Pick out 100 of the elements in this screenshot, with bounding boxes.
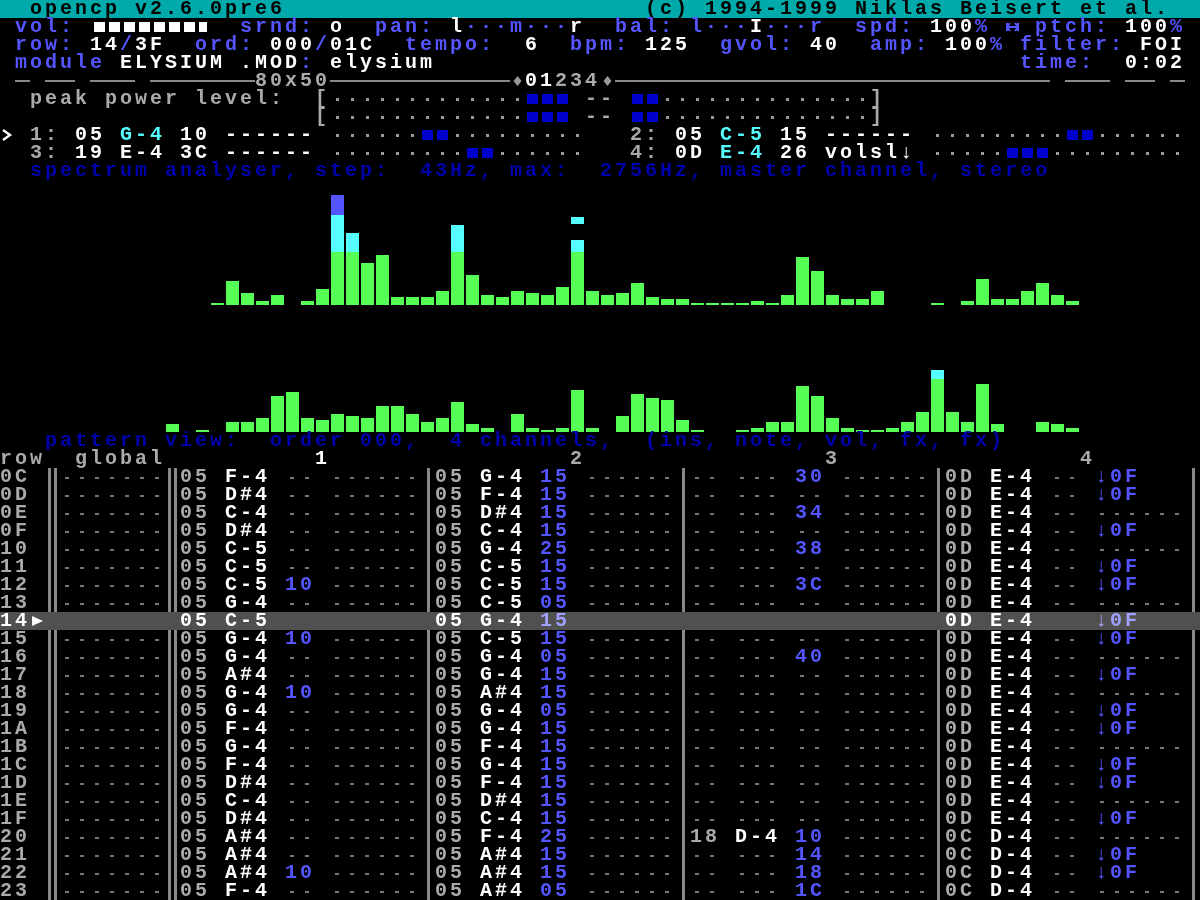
- instrument-cell: 0D: [945, 486, 975, 504]
- row-number: 17: [0, 666, 30, 684]
- instrument-cell: 0D: [945, 720, 975, 738]
- status-value: 100: [930, 18, 975, 36]
- status-value: 3F: [135, 36, 165, 54]
- note-cell: D#4: [480, 792, 525, 810]
- instrument-cell: 05: [180, 522, 210, 540]
- volume-cell: 05: [540, 882, 570, 900]
- note-cell: C-5: [225, 558, 270, 576]
- note-cell: C-5: [480, 576, 525, 594]
- note-cell: D-4: [990, 828, 1035, 846]
- note-cell: E-4: [990, 612, 1035, 630]
- note-cell: E-4: [990, 630, 1035, 648]
- instrument-cell: 0D: [945, 612, 975, 630]
- note-cell: G-4: [225, 684, 270, 702]
- note-cell: C-5: [480, 558, 525, 576]
- note-cell: A#4: [225, 846, 270, 864]
- instrument-cell: 05: [435, 468, 465, 486]
- status-label: bpm:: [570, 36, 630, 54]
- status-symbol: :: [300, 54, 315, 72]
- row-number: 1E: [0, 792, 30, 810]
- note-cell: A#4: [225, 666, 270, 684]
- volume-cell: 15: [540, 486, 570, 504]
- effect-cell: ↓0F: [1095, 864, 1140, 882]
- note-cell: D-4: [990, 846, 1035, 864]
- row-number: 12: [0, 576, 30, 594]
- instrument-cell: 0D: [945, 630, 975, 648]
- volume-cell: 15: [540, 630, 570, 648]
- instrument-number: 19: [75, 144, 105, 162]
- row-number: 16: [0, 648, 30, 666]
- row-number: 1C: [0, 756, 30, 774]
- instrument-cell: 05: [435, 864, 465, 882]
- note-cell: G-4: [480, 756, 525, 774]
- effect-cell: ↓0F: [1095, 846, 1140, 864]
- volume-cell: 15: [540, 792, 570, 810]
- note-cell: G-4: [480, 612, 525, 630]
- row-number: 21: [0, 846, 30, 864]
- instrument-cell: 05: [180, 648, 210, 666]
- effect-cell: ↓0F: [1095, 810, 1140, 828]
- instrument-cell: 0D: [945, 594, 975, 612]
- instrument-cell: 05: [180, 612, 210, 630]
- instrument-cell: 05: [180, 504, 210, 522]
- note-cell: C-5: [225, 576, 270, 594]
- status-value: r: [570, 18, 585, 36]
- page-number: 1: [540, 72, 555, 90]
- row-number: 0C: [0, 468, 30, 486]
- effect-text: ------: [825, 126, 915, 144]
- meter-center-mark: --: [585, 108, 615, 126]
- volume-cell: 15: [540, 468, 570, 486]
- channel-header: 3: [825, 450, 840, 468]
- note-cell: E-4: [990, 684, 1035, 702]
- note-cell: E-4: [990, 756, 1035, 774]
- channel-header: 4: [1080, 450, 1095, 468]
- effect-cell: ↓0F: [1095, 522, 1140, 540]
- status-symbol: %: [975, 18, 990, 36]
- page-number: 0: [525, 72, 540, 90]
- note-cell: D#4: [480, 504, 525, 522]
- note-cell: D#4: [225, 774, 270, 792]
- volume-cell: 10: [285, 630, 315, 648]
- instrument-cell: 05: [435, 612, 465, 630]
- note-cell: F-4: [225, 720, 270, 738]
- status-value: l: [450, 18, 465, 36]
- instrument-cell: 0D: [945, 540, 975, 558]
- note-cell: D#4: [225, 486, 270, 504]
- status-value: 125: [645, 36, 690, 54]
- channel-header: 2: [570, 450, 585, 468]
- row-number: 1A: [0, 720, 30, 738]
- screen-mode-label: 80x50: [255, 72, 330, 90]
- volume-value: 3C: [180, 144, 210, 162]
- effect-cell: ↓0F: [1095, 774, 1140, 792]
- instrument-number: 0D: [675, 144, 705, 162]
- volume-value: 10: [180, 126, 210, 144]
- status-value: o: [330, 18, 345, 36]
- status-symbol: /: [315, 36, 330, 54]
- instrument-cell: 0D: [945, 558, 975, 576]
- instrument-cell: 05: [435, 648, 465, 666]
- instrument-cell: 0D: [945, 522, 975, 540]
- status-label: pan:: [375, 18, 435, 36]
- column-header: row: [0, 450, 45, 468]
- note-cell: E-4: [990, 576, 1035, 594]
- status-value: I: [750, 18, 765, 36]
- instrument-cell: 05: [435, 522, 465, 540]
- instrument-number: 05: [75, 126, 105, 144]
- row-number: 22: [0, 864, 30, 882]
- instrument-cell: 0D: [945, 468, 975, 486]
- section-title: pattern view: order 000, 4 channels, (ins, note, vol, fx, fx): [45, 432, 1005, 450]
- instrument-cell: 0D: [945, 756, 975, 774]
- status-symbol: ···r: [765, 18, 825, 36]
- page-number: 4: [585, 72, 600, 90]
- volume-cell: 15: [540, 558, 570, 576]
- effect-cell: ↓0F: [1095, 720, 1140, 738]
- instrument-cell: 05: [435, 558, 465, 576]
- note-name: E-4: [720, 144, 765, 162]
- note-cell: A#4: [225, 864, 270, 882]
- volume-cell: 15: [540, 774, 570, 792]
- volume-cell: 40: [795, 648, 825, 666]
- volume-cell: 15: [540, 612, 570, 630]
- row-number: 14: [0, 612, 30, 630]
- instrument-cell: 05: [435, 630, 465, 648]
- instrument-cell: 0D: [945, 792, 975, 810]
